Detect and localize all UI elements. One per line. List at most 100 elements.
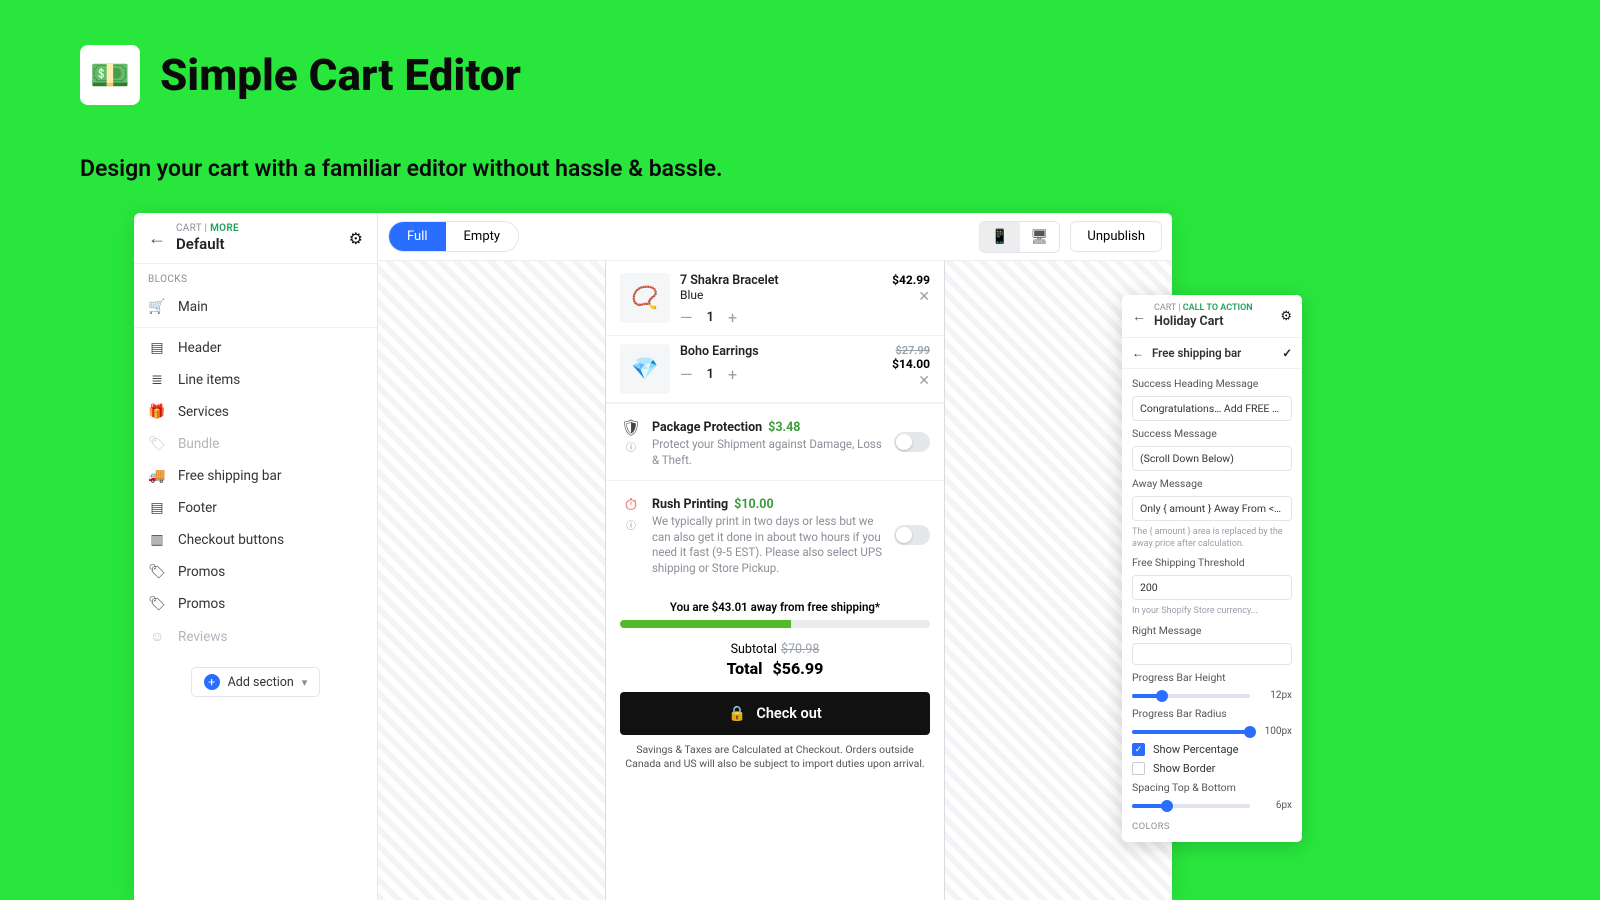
qty-plus[interactable]: + bbox=[728, 365, 737, 384]
show-border-checkbox[interactable]: Show Border bbox=[1132, 762, 1292, 775]
remove-icon[interactable]: ✕ bbox=[892, 289, 930, 305]
inspector-subheader[interactable]: ← Free shipping bar ✓ bbox=[1122, 338, 1302, 369]
service-price: $10.00 bbox=[734, 497, 773, 512]
sidebar-item[interactable]: 🚚Free shipping bar bbox=[134, 460, 377, 492]
line-item: 💎Boho Earrings—1+$27.99$14.00✕ bbox=[606, 336, 944, 403]
cart-preview: 📿7 Shakra BraceletBlue—1+$42.99✕💎Boho Ea… bbox=[605, 261, 945, 900]
sidebar-item[interactable]: ☺ Reviews bbox=[134, 620, 377, 653]
field-label: Success Message bbox=[1132, 427, 1292, 440]
total-value: $56.99 bbox=[772, 659, 823, 678]
view-empty-button[interactable]: Empty bbox=[446, 222, 519, 251]
unpublish-button[interactable]: Unpublish bbox=[1070, 221, 1162, 252]
add-section-button[interactable]: + Add section ▾ bbox=[191, 667, 321, 697]
field-label: Success Heading Message bbox=[1132, 377, 1292, 390]
success-heading-input[interactable]: Congratulations… Add FREE $50 Gift C bbox=[1132, 396, 1292, 421]
service-price: $3.48 bbox=[768, 420, 800, 435]
sidebar: ← CART | MORE Default ⚙ BLOCKS 🛒 Main ▤ Hea… bbox=[134, 213, 378, 900]
field-label: Free Shipping Threshold bbox=[1132, 556, 1292, 569]
threshold-input[interactable]: 200 bbox=[1132, 575, 1292, 600]
sidebar-item-label: Header bbox=[178, 340, 221, 356]
sidebar-item-label: Promos bbox=[178, 596, 225, 612]
field-label: Away Message bbox=[1132, 477, 1292, 490]
topbar: Full Empty 📱 🖥 Unpublish bbox=[378, 213, 1172, 261]
qty-minus[interactable]: — bbox=[680, 365, 693, 384]
sidebar-item[interactable]: ≣Line items bbox=[134, 364, 377, 396]
block-icon: 🏷 bbox=[148, 436, 166, 452]
bar-height-value: 12px bbox=[1258, 690, 1292, 701]
field-label: Progress Bar Radius bbox=[1132, 707, 1292, 720]
product-thumb: 💎 bbox=[620, 344, 670, 394]
block-icon: 🏷 bbox=[148, 564, 166, 580]
sidebar-item[interactable]: ▤ Header bbox=[134, 332, 377, 364]
hero-title: Simple Cart Editor bbox=[160, 49, 521, 101]
away-message-input[interactable]: Only { amount } Away From <strong>Fr bbox=[1132, 496, 1292, 521]
sidebar-title: Default bbox=[176, 235, 339, 253]
checkout-label: Check out bbox=[756, 705, 821, 722]
breadcrumb: CART | MORE bbox=[176, 223, 339, 234]
sidebar-header: ← CART | MORE Default ⚙ bbox=[134, 213, 377, 264]
view-full-button[interactable]: Full bbox=[389, 222, 446, 251]
sidebar-item[interactable]: 🏷Promos bbox=[134, 556, 377, 588]
sidebar-section-label: BLOCKS bbox=[134, 264, 377, 291]
sidebar-item[interactable]: ▤ Footer bbox=[134, 492, 377, 524]
block-icon: 🎁 bbox=[148, 404, 166, 420]
service-toggle[interactable] bbox=[894, 432, 930, 452]
qty-value: 1 bbox=[707, 367, 714, 382]
right-message-input[interactable] bbox=[1132, 643, 1292, 665]
checkout-button[interactable]: 🔒 Check out bbox=[620, 692, 930, 735]
success-message-input[interactable]: (Scroll Down Below) bbox=[1132, 446, 1292, 471]
desktop-icon[interactable]: 🖥 bbox=[1020, 222, 1060, 252]
block-icon: 🚚 bbox=[148, 468, 166, 484]
editor-window: ← CART | MORE Default ⚙ BLOCKS 🛒 Main ▤ Hea… bbox=[134, 213, 1172, 900]
sidebar-list: 🛒Main▤Header≣Line items🎁Services🏷Bundle🚚… bbox=[134, 291, 377, 653]
sidebar-item-label: Services bbox=[178, 404, 229, 420]
gear-icon[interactable]: ⚙ bbox=[1280, 309, 1292, 324]
back-icon[interactable]: ← bbox=[148, 228, 166, 249]
bar-height-slider[interactable] bbox=[1132, 694, 1250, 698]
device-segment: 📱 🖥 bbox=[979, 221, 1060, 253]
price-old: $27.99 bbox=[892, 344, 930, 357]
field-label: Spacing Top & Bottom bbox=[1132, 781, 1292, 794]
back-icon[interactable]: ← bbox=[1132, 308, 1146, 325]
cart-footer-note: Savings & Taxes are Calculated at Checko… bbox=[606, 743, 944, 775]
sidebar-item-label: Checkout buttons bbox=[178, 532, 284, 548]
subtotal-old: $70.98 bbox=[781, 642, 819, 657]
qty-minus[interactable]: — bbox=[680, 308, 693, 327]
sidebar-item[interactable]: 🎁 Services bbox=[134, 396, 377, 428]
inspector-header: ← CART | CALL TO ACTION Holiday Cart ⚙ bbox=[1122, 295, 1302, 338]
sidebar-item[interactable]: ▥ Checkout buttons bbox=[134, 524, 377, 556]
sidebar-item[interactable]: 🏷Promos bbox=[134, 588, 377, 620]
sidebar-item-label: Reviews bbox=[178, 629, 228, 645]
service-toggle[interactable] bbox=[894, 525, 930, 545]
block-icon: ▤ bbox=[148, 340, 166, 356]
spacing-slider[interactable] bbox=[1132, 804, 1250, 808]
mobile-icon[interactable]: 📱 bbox=[980, 222, 1019, 252]
sidebar-item-label: Line items bbox=[178, 372, 240, 388]
block-icon: 🛒 bbox=[148, 299, 166, 315]
gear-icon[interactable]: ⚙ bbox=[349, 229, 363, 248]
show-percentage-checkbox[interactable]: ✓Show Percentage bbox=[1132, 743, 1292, 756]
service-title: Package Protection bbox=[652, 420, 762, 435]
plus-icon: + bbox=[204, 674, 220, 690]
totals: Subtotal $70.98 Total $56.99 bbox=[606, 638, 944, 686]
remove-icon[interactable]: ✕ bbox=[892, 373, 930, 389]
qty-value: 1 bbox=[707, 310, 714, 325]
sidebar-item[interactable]: 🏷Bundle bbox=[134, 428, 377, 460]
line-item: 📿7 Shakra BraceletBlue—1+$42.99✕ bbox=[606, 265, 944, 336]
field-label: Right Message bbox=[1132, 624, 1292, 637]
sidebar-item-label: Main bbox=[178, 299, 208, 315]
qty-plus[interactable]: + bbox=[728, 308, 737, 327]
free-shipping-message: You are $43.01 away from free shipping* bbox=[606, 588, 944, 620]
block-icon: ▤ bbox=[148, 500, 166, 516]
total-label: Total bbox=[727, 659, 763, 678]
bar-radius-slider[interactable] bbox=[1132, 730, 1250, 734]
service-title: Rush Printing bbox=[652, 497, 728, 512]
sidebar-item-label: Footer bbox=[178, 500, 217, 516]
block-icon: ▥ bbox=[148, 532, 166, 548]
subtotal-label: Subtotal bbox=[731, 642, 777, 657]
price: $42.99 bbox=[892, 273, 930, 287]
field-hint: In your Shopify Store currency... bbox=[1132, 606, 1292, 618]
sidebar-item[interactable]: 🛒 Main bbox=[134, 291, 377, 323]
block-icon: ☺ bbox=[148, 628, 166, 645]
bar-radius-value: 100px bbox=[1258, 726, 1292, 737]
